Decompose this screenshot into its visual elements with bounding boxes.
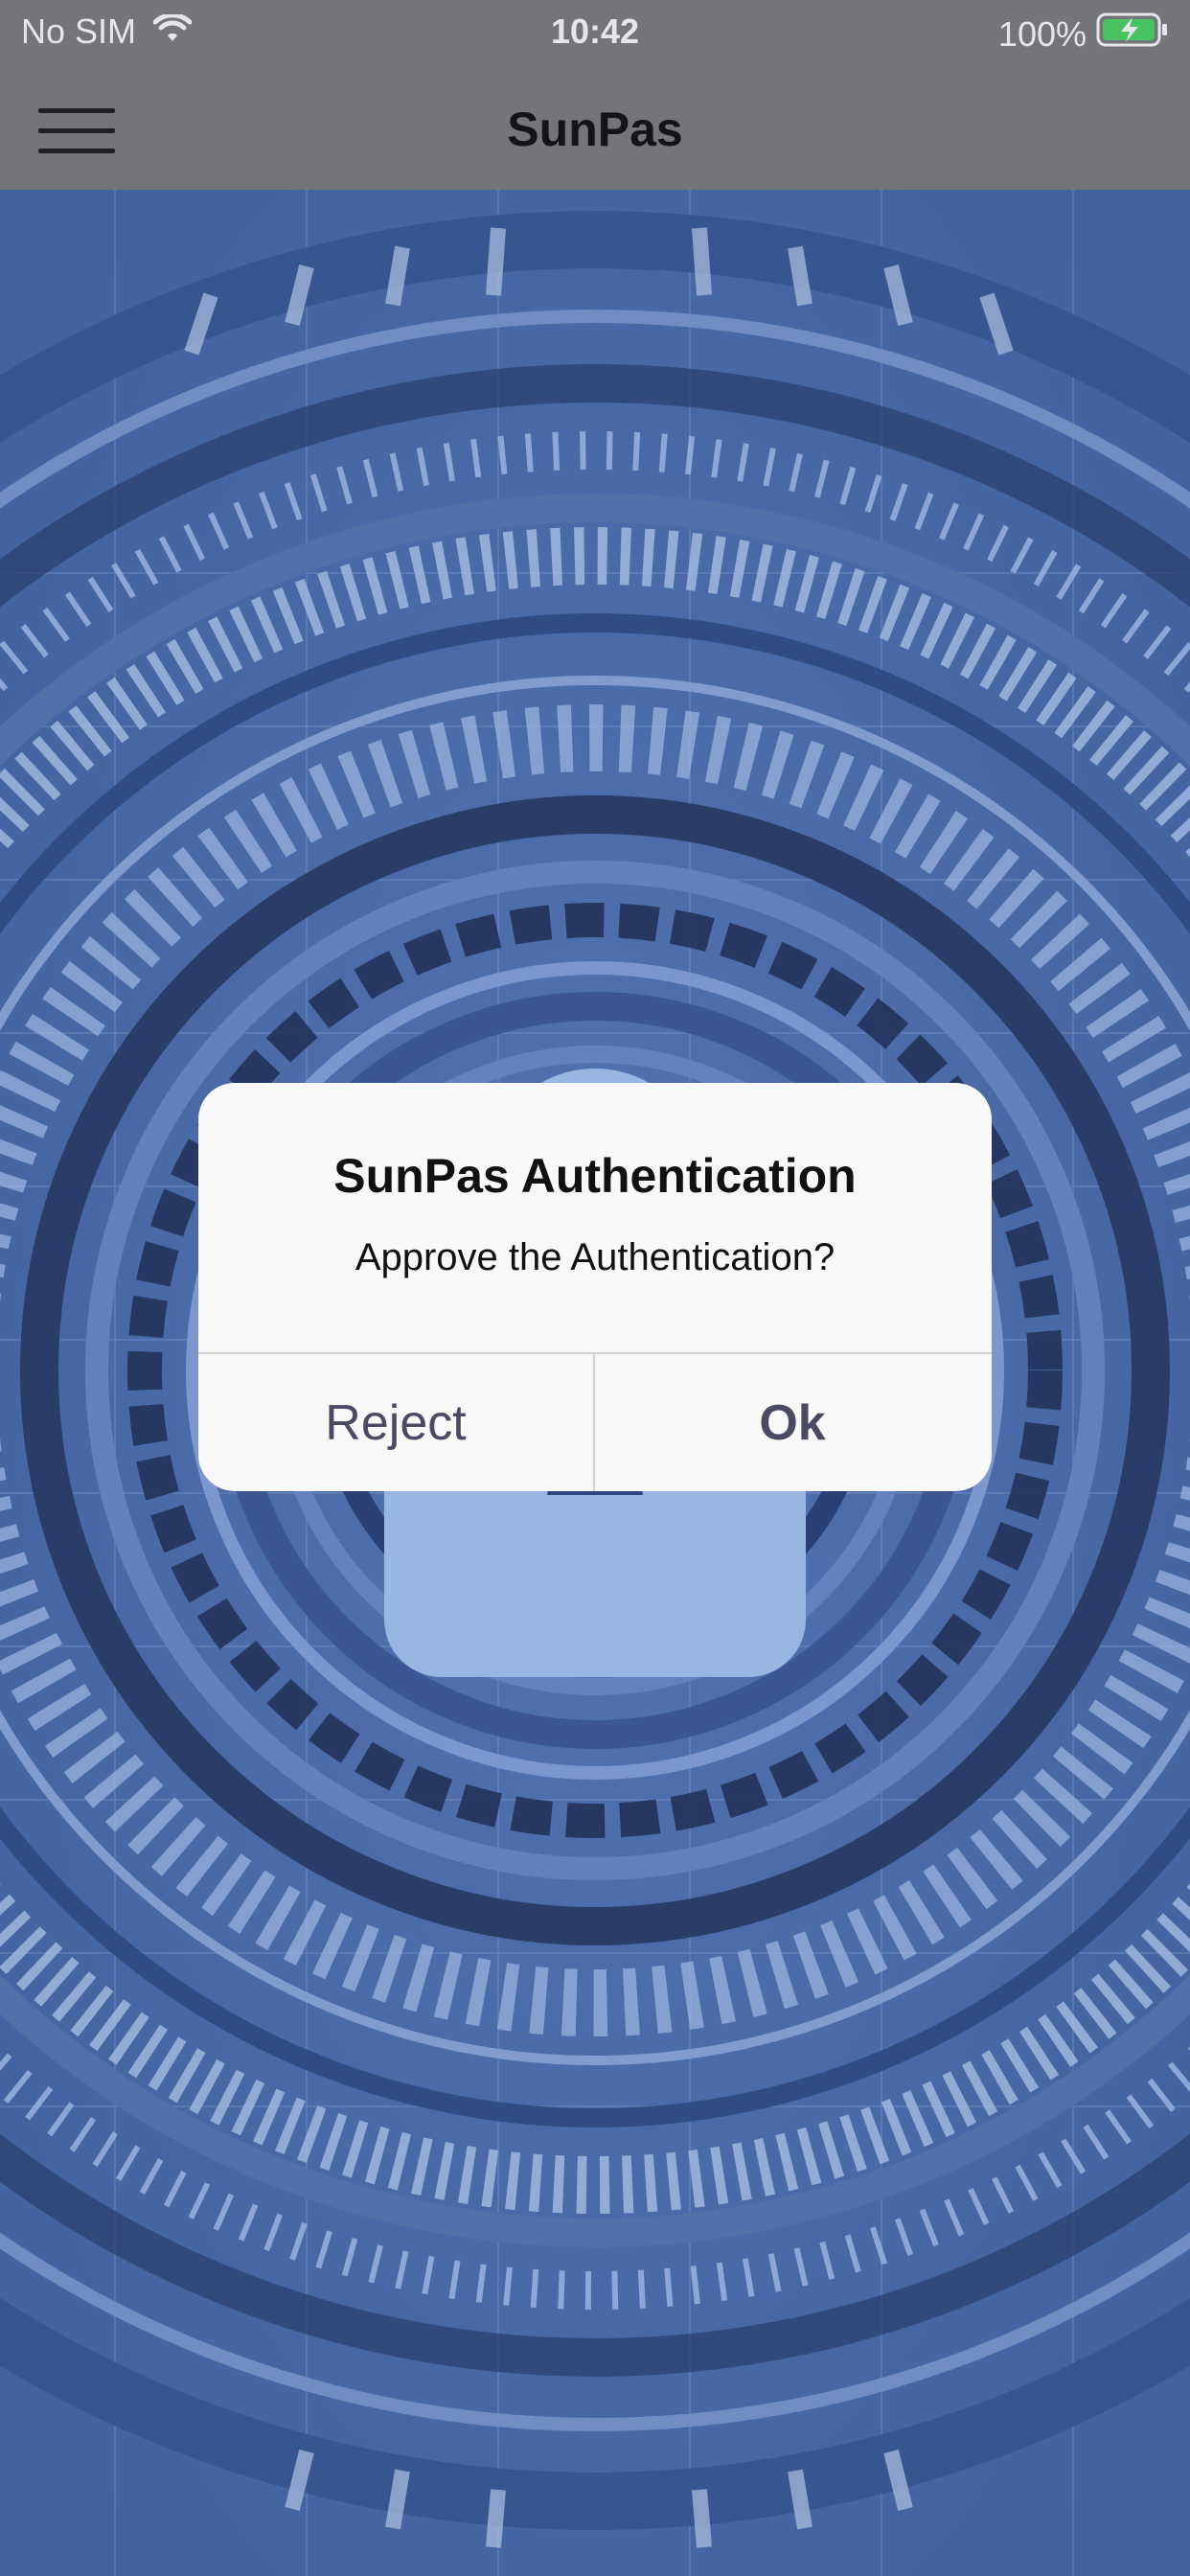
screen: No SIM 10:42 100% SunPas SunPas Authenti… [0,0,1190,2576]
alert-title: SunPas Authentication [333,1149,857,1203]
reject-button[interactable]: Reject [198,1354,593,1491]
authentication-alert-dialog: SunPas Authentication Approve the Authen… [198,1083,992,1491]
ok-button[interactable]: Ok [595,1354,990,1491]
alert-message: Approve the Authentication? [355,1236,835,1278]
